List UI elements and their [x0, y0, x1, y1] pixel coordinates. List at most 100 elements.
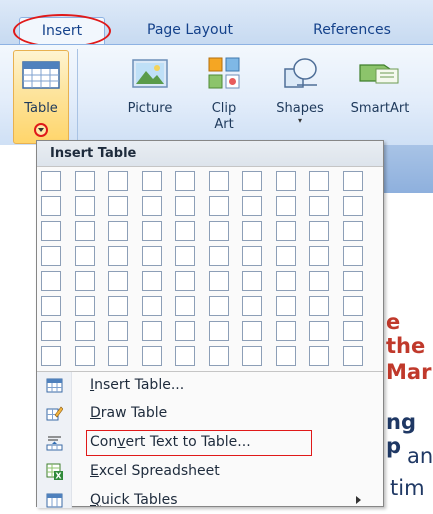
table-grid-cell[interactable] — [41, 246, 61, 266]
table-grid-cell[interactable] — [41, 196, 61, 216]
table-grid-cell[interactable] — [74, 271, 95, 291]
table-grid-cell[interactable] — [141, 296, 162, 316]
table-grid-cell[interactable] — [208, 296, 229, 316]
table-grid-cell[interactable] — [108, 221, 128, 241]
dropdown-arrow-highlight[interactable] — [34, 123, 48, 137]
clip-art-icon — [208, 57, 240, 89]
table-grid-cell[interactable] — [242, 246, 262, 266]
table-button[interactable]: Table — [13, 50, 69, 144]
tab-references[interactable]: References — [297, 17, 407, 43]
table-grid-cell[interactable] — [74, 221, 95, 241]
shapes-dropdown-arrow-icon[interactable]: ▾ — [268, 117, 332, 125]
table-grid-cell[interactable] — [342, 296, 363, 316]
table-grid-cell[interactable] — [175, 296, 195, 316]
tab-page-layout[interactable]: Page Layout — [135, 17, 245, 43]
table-grid-cell[interactable] — [275, 196, 296, 216]
table-grid-cell[interactable] — [141, 221, 162, 241]
table-grid-cell[interactable] — [342, 346, 363, 366]
table-grid-cell[interactable] — [208, 346, 229, 366]
table-grid-cell[interactable] — [208, 271, 229, 291]
table-grid-cell[interactable] — [242, 221, 262, 241]
table-grid-cell[interactable] — [309, 346, 329, 366]
table-grid-cell[interactable] — [175, 271, 195, 291]
table-grid-cell[interactable] — [242, 271, 262, 291]
menu-item-draw-table[interactable]: Draw Table — [37, 400, 383, 427]
table-grid-cell[interactable] — [175, 196, 195, 216]
table-grid-cell[interactable] — [275, 271, 296, 291]
table-grid-cell[interactable] — [275, 246, 296, 266]
table-grid-cell[interactable] — [342, 246, 363, 266]
table-grid-cell[interactable] — [74, 171, 95, 191]
table-grid-cell[interactable] — [342, 196, 363, 216]
table-grid-cell[interactable] — [309, 196, 329, 216]
table-grid-cell[interactable] — [108, 171, 128, 191]
table-grid-cell[interactable] — [208, 321, 229, 341]
table-grid-cell[interactable] — [342, 321, 363, 341]
table-grid-cell[interactable] — [108, 271, 128, 291]
table-grid-cell[interactable] — [74, 346, 95, 366]
table-grid-cell[interactable] — [141, 196, 162, 216]
table-grid-cell[interactable] — [41, 171, 61, 191]
table-grid-cell[interactable] — [74, 296, 95, 316]
smartart-button[interactable]: SmartArt — [341, 51, 419, 141]
svg-text:X: X — [55, 472, 62, 481]
table-grid-cell[interactable] — [275, 171, 296, 191]
insert-table-icon — [46, 378, 63, 393]
table-grid-cell[interactable] — [175, 346, 195, 366]
table-grid-cell[interactable] — [41, 296, 61, 316]
shapes-button[interactable]: Shapes ▾ — [268, 51, 332, 141]
table-grid-cell[interactable] — [242, 296, 262, 316]
table-grid-cell[interactable] — [108, 246, 128, 266]
menu-item-excel-spreadsheet[interactable]: X Excel Spreadsheet — [37, 458, 383, 485]
table-grid-cell[interactable] — [74, 321, 95, 341]
clip-art-button[interactable]: Clip Art — [198, 51, 250, 141]
table-grid-cell[interactable] — [342, 171, 363, 191]
table-grid-cell[interactable] — [141, 271, 162, 291]
table-grid-cell[interactable] — [309, 321, 329, 341]
table-grid-cell[interactable] — [108, 346, 128, 366]
submenu-arrow-icon — [356, 496, 361, 504]
table-grid-cell[interactable] — [275, 221, 296, 241]
table-grid-cell[interactable] — [74, 196, 95, 216]
table-grid-cell[interactable] — [208, 221, 229, 241]
table-grid-cell[interactable] — [242, 321, 262, 341]
table-grid-cell[interactable] — [309, 246, 329, 266]
table-grid-cell[interactable] — [242, 346, 262, 366]
table-grid-cell[interactable] — [342, 271, 363, 291]
table-grid-cell[interactable] — [175, 246, 195, 266]
clip-art-button-label-line2: Art — [214, 117, 234, 132]
table-grid-cell[interactable] — [41, 321, 61, 341]
table-grid-cell[interactable] — [309, 221, 329, 241]
table-grid-cell[interactable] — [242, 171, 262, 191]
table-grid-cell[interactable] — [141, 246, 162, 266]
table-grid-cell[interactable] — [141, 346, 162, 366]
table-grid-cell[interactable] — [208, 171, 229, 191]
table-grid-cell[interactable] — [242, 196, 262, 216]
table-grid-cell[interactable] — [275, 321, 296, 341]
table-grid-cell[interactable] — [141, 321, 162, 341]
table-grid-cell[interactable] — [108, 296, 128, 316]
table-grid-cell[interactable] — [175, 221, 195, 241]
table-grid-cell[interactable] — [275, 296, 296, 316]
table-grid-cell[interactable] — [275, 346, 296, 366]
table-grid-cell[interactable] — [41, 271, 61, 291]
table-grid-cell[interactable] — [175, 321, 195, 341]
table-size-grid[interactable] — [37, 168, 383, 370]
picture-button[interactable]: Picture — [118, 51, 182, 141]
table-grid-cell[interactable] — [208, 246, 229, 266]
table-grid-cell[interactable] — [141, 171, 162, 191]
table-grid-cell[interactable] — [175, 171, 195, 191]
table-grid-cell[interactable] — [342, 221, 363, 241]
convert-text-highlight-box — [86, 430, 312, 456]
table-grid-cell[interactable] — [208, 196, 229, 216]
table-grid-cell[interactable] — [41, 221, 61, 241]
table-grid-cell[interactable] — [309, 271, 329, 291]
table-grid-cell[interactable] — [309, 296, 329, 316]
menu-item-insert-table[interactable]: Insert Table... — [37, 372, 383, 399]
menu-item-quick-tables[interactable]: Quick Tables — [37, 487, 383, 514]
table-grid-cell[interactable] — [108, 321, 128, 341]
table-grid-cell[interactable] — [108, 196, 128, 216]
table-grid-cell[interactable] — [309, 171, 329, 191]
table-grid-cell[interactable] — [41, 346, 61, 366]
table-grid-cell[interactable] — [74, 246, 95, 266]
